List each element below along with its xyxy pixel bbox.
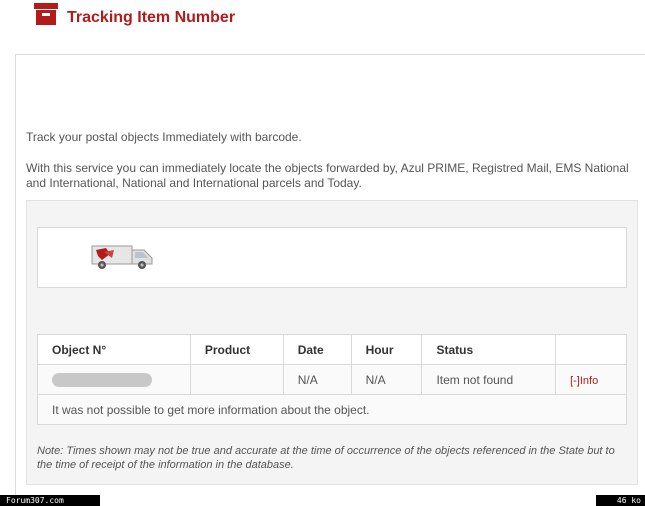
no-info-message: It was not possible to get more informat… (37, 394, 627, 425)
col-info (555, 334, 627, 365)
results-table: Object N° Product Date Hour Status N/A N… (37, 334, 627, 425)
van-banner (37, 227, 627, 288)
footer-site-label: Forum307.com (0, 495, 100, 506)
cell-hour: N/A (350, 364, 423, 395)
table-row: N/A N/A Item not found [-]Info (37, 364, 627, 395)
footnote: Note: Times shown may not be true and ac… (37, 445, 615, 471)
col-product: Product (189, 334, 284, 365)
delivery-van-icon (91, 245, 153, 269)
header: Tracking Item Number (0, 0, 645, 40)
intro-line-1: Track your postal objects Immediately wi… (26, 130, 302, 144)
archive-box-icon (34, 3, 58, 25)
footer-size-label: 46 ko (596, 495, 645, 506)
info-link[interactable]: [-]Info (570, 375, 598, 387)
col-date: Date (282, 334, 352, 365)
page-title: Tracking Item Number (67, 9, 236, 26)
cell-status: Item not found (421, 364, 557, 395)
message-row: It was not possible to get more informat… (37, 394, 627, 425)
results-panel: Object N° Product Date Hour Status N/A N… (26, 200, 638, 485)
cell-object (37, 364, 191, 395)
cell-info: [-]Info (555, 364, 627, 395)
intro-text: Track your postal objects Immediately wi… (26, 130, 638, 191)
redacted-object-number (52, 372, 152, 387)
table-header-row: Object N° Product Date Hour Status (37, 334, 627, 365)
intro-line-2: With this service you can immediately lo… (26, 161, 629, 190)
cell-date: N/A (282, 364, 352, 395)
col-object: Object N° (37, 334, 191, 365)
cell-product (189, 364, 284, 395)
col-hour: Hour (350, 334, 423, 365)
col-status: Status (421, 334, 557, 365)
